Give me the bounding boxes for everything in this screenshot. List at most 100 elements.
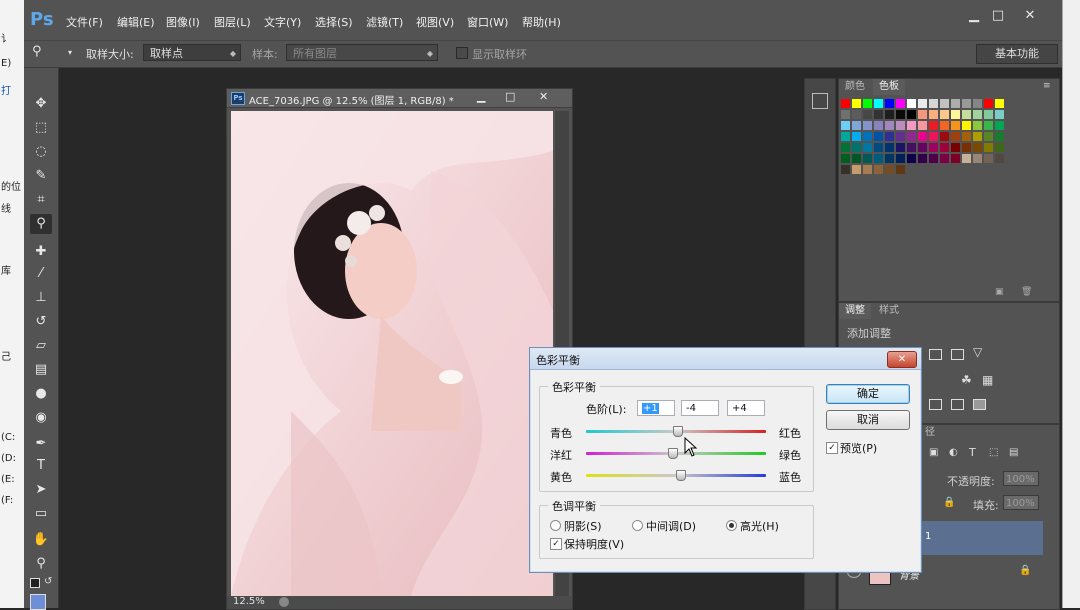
color-swatch[interactable] [863,165,872,174]
gradient-map-icon[interactable] [973,399,986,410]
default-colors-icon[interactable] [30,578,40,588]
ok-button[interactable]: 确定 [826,384,910,404]
color-swatch[interactable] [841,110,850,119]
color-swatch[interactable] [841,165,850,174]
clone-stamp-tool-icon[interactable]: ⊥ [30,288,52,308]
color-swatch[interactable] [841,99,850,108]
color-swatch[interactable] [929,110,938,119]
color-swatch[interactable] [929,121,938,130]
color-swatch[interactable] [995,143,1004,152]
color-swatch[interactable] [929,154,938,163]
color-swatch[interactable] [896,99,905,108]
dodge-tool-icon[interactable]: ◉ [30,408,52,428]
color-swatch[interactable] [973,121,982,130]
exposure-adjust-icon[interactable]: ▽ [973,345,982,359]
menu-view[interactable]: 视图(V) [416,14,454,30]
quick-select-tool-icon[interactable]: ✎ [30,166,52,186]
color-swatch[interactable] [940,110,949,119]
color-swatch[interactable] [907,132,916,141]
menu-image[interactable]: 图像(I) [166,14,200,30]
color-swatch[interactable] [940,99,949,108]
color-swatch[interactable] [940,154,949,163]
menu-file[interactable]: 文件(F) [66,14,103,30]
color-swatch[interactable] [863,121,872,130]
channel-mixer-icon[interactable]: ☘ [961,373,972,387]
color-swatch[interactable] [984,132,993,141]
midtones-radio[interactable] [632,520,643,531]
color-swatch[interactable] [907,121,916,130]
dialog-titlebar[interactable]: 色彩平衡 [530,348,921,370]
color-swatch[interactable] [841,121,850,130]
color-swatch[interactable] [995,121,1004,130]
color-swatch[interactable] [863,143,872,152]
color-swatch[interactable] [973,99,982,108]
color-swatch[interactable] [863,99,872,108]
color-swatch[interactable] [907,110,916,119]
delete-swatch-icon[interactable]: 🗑 [1021,287,1032,297]
color-swatch[interactable] [852,121,861,130]
hand-tool-icon[interactable]: ✋ [30,530,52,550]
color-swatch[interactable] [863,110,872,119]
color-swatch[interactable] [973,110,982,119]
blur-tool-icon[interactable]: ● [30,384,52,404]
curves-adjust-icon[interactable] [951,349,964,360]
color-swatch[interactable] [841,154,850,163]
color-swatch[interactable] [973,154,982,163]
path-select-tool-icon[interactable]: ➤ [30,480,52,500]
shadows-radio[interactable] [550,520,561,531]
color-swatch[interactable] [984,143,993,152]
color-swatch[interactable] [896,165,905,174]
menu-edit[interactable]: 编辑(E) [117,14,155,30]
preview-checkbox[interactable]: ✓ [826,442,838,454]
gradient-tool-icon[interactable]: ▤ [30,360,52,380]
color-swatch[interactable] [918,154,927,163]
lock-icon[interactable]: 🔒 [943,497,955,508]
highlights-radio[interactable] [726,520,737,531]
menu-select[interactable]: 选择(S) [315,14,353,30]
color-swatch[interactable] [962,143,971,152]
color-swatch[interactable] [962,154,971,163]
color-swatch[interactable] [896,143,905,152]
threshold-icon[interactable] [951,399,964,410]
tab-color[interactable]: 颜色 [839,79,871,95]
maximize-icon[interactable]: □ [988,8,1008,24]
color-swatch[interactable] [984,110,993,119]
pen-tool-icon[interactable]: ✒ [30,434,52,454]
color-swatch[interactable] [951,121,960,130]
doc-close-icon[interactable]: ✕ [539,90,548,103]
tab-paths[interactable]: 径 [919,425,941,441]
rectangle-tool-icon[interactable]: ▭ [30,504,52,524]
menu-help[interactable]: 帮助(H) [522,14,561,30]
color-swatch[interactable] [951,99,960,108]
color-swatch[interactable] [841,143,850,152]
yellow-blue-input[interactable]: +4 [727,400,765,416]
dialog-close-button[interactable]: ✕ [887,351,917,368]
color-swatch[interactable] [896,121,905,130]
zoom-tool-icon[interactable]: ⚲ [30,554,52,574]
color-swatch[interactable] [907,99,916,108]
doc-maximize-icon[interactable]: □ [505,90,515,103]
color-swatch[interactable] [995,154,1004,163]
color-swatch[interactable] [995,99,1004,108]
color-swatch[interactable] [918,121,927,130]
color-swatch[interactable] [940,143,949,152]
color-swatch[interactable] [885,154,894,163]
color-swatch[interactable] [885,165,894,174]
history-panel-icon[interactable] [812,93,828,109]
menu-window[interactable]: 窗口(W) [467,14,508,30]
menu-type[interactable]: 文字(Y) [264,14,301,30]
crop-tool-icon[interactable]: ⌗ [30,190,52,210]
posterize-icon[interactable] [929,399,942,410]
color-swatch[interactable] [918,132,927,141]
color-swatch[interactable] [885,143,894,152]
color-swatch[interactable] [962,121,971,130]
healing-brush-tool-icon[interactable]: ✚ [30,242,52,262]
color-swatch[interactable] [962,132,971,141]
tab-swatches[interactable]: 色板 [873,79,905,95]
color-swatch[interactable] [951,110,960,119]
color-swatch[interactable] [918,143,927,152]
magenta-green-slider-thumb[interactable] [668,448,679,459]
color-swatch[interactable] [962,110,971,119]
color-swatch[interactable] [940,121,949,130]
color-swatch[interactable] [951,132,960,141]
